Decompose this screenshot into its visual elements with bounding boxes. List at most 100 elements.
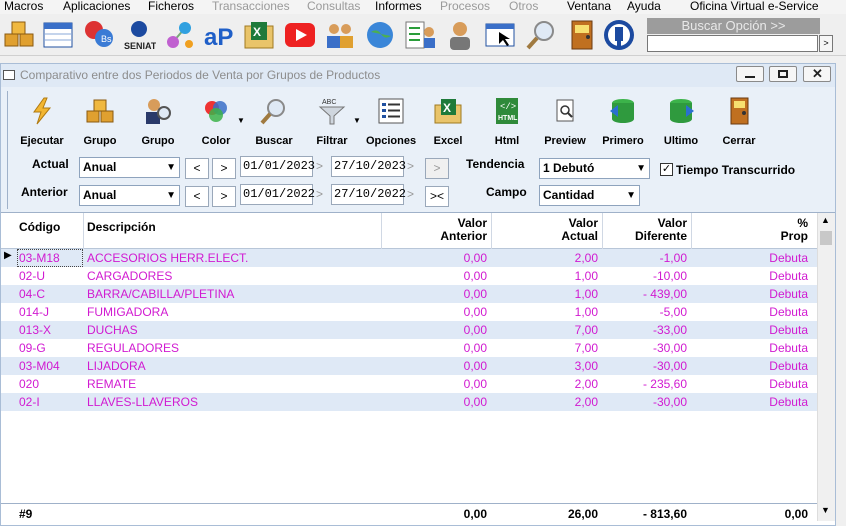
vertical-scrollbar[interactable]: ▲ ▼ — [817, 213, 835, 521]
disabled-next-button[interactable]: > — [425, 158, 449, 179]
filtrar-button[interactable]: ABC Filtrar — [304, 87, 360, 153]
db-last-icon — [670, 99, 694, 123]
menu-procesos[interactable]: Procesos — [440, 0, 490, 13]
menu-informes[interactable]: Informes — [375, 0, 422, 13]
anterior-from-date[interactable]: 01/01/2022 — [240, 184, 315, 205]
cerrar-button[interactable]: Cerrar — [711, 87, 767, 153]
anterior-period-select[interactable]: Anual ▼ — [79, 185, 180, 206]
network-icon[interactable] — [163, 18, 197, 52]
excel-button[interactable]: X Excel — [420, 87, 476, 153]
exit-door-icon[interactable] — [564, 18, 598, 52]
maximize-button[interactable] — [769, 66, 797, 82]
video-icon[interactable] — [283, 18, 317, 52]
menu-otros[interactable]: Otros — [509, 0, 538, 13]
calendar-icon[interactable] — [41, 18, 75, 52]
menu-consultas[interactable]: Consultas — [307, 0, 360, 13]
actual-to-date[interactable]: 27/10/2023 — [331, 156, 406, 177]
cell-prop: Debuta — [769, 377, 808, 391]
menu-transacciones[interactable]: Transacciones — [212, 0, 290, 13]
excel-label: Excel — [433, 135, 463, 147]
seniat-icon[interactable]: SENIAT — [122, 18, 157, 52]
swap-periods-button[interactable]: >< — [425, 186, 449, 207]
table-row[interactable]: 013-X DUCHAS 0,00 7,00 -33,00 Debuta — [1, 321, 817, 339]
html-button[interactable]: </> HTML Html — [479, 87, 535, 153]
cell-valor-diferente: -30,00 — [652, 341, 687, 355]
menu-macros[interactable]: Macros — [4, 0, 43, 13]
table-row[interactable]: ▶ 03-M18 ACCESORIOS HERR.ELECT. 0,00 2,00 -1,… — [1, 249, 817, 267]
globe-icon[interactable] — [363, 18, 397, 52]
cell-descripcion: FUMIGADORA — [87, 305, 169, 319]
actual-prev-button[interactable]: < — [185, 158, 209, 179]
table-row[interactable]: 09-G REGULADORES 0,00 7,00 -30,00 Debuta — [1, 339, 817, 357]
grupo-button[interactable]: Grupo — [72, 87, 128, 153]
footer-valor-diferente: - 813,60 — [642, 507, 687, 521]
checklist-user-icon[interactable] — [403, 18, 437, 52]
grupo-search-button[interactable]: Grupo — [130, 87, 186, 153]
search-option-input[interactable] — [647, 35, 818, 52]
close-button[interactable]: ✕ — [803, 66, 831, 82]
users-group-icon[interactable] — [323, 18, 357, 52]
primero-button[interactable]: Primero — [595, 87, 651, 153]
header-prop[interactable]: % Prop — [691, 217, 808, 243]
anterior-period-value: Anual — [83, 188, 117, 202]
tiempo-checkbox[interactable]: ✓ — [660, 163, 673, 176]
footer-valor-actual: 26,00 — [567, 507, 598, 521]
window-cursor-icon[interactable] — [483, 18, 517, 52]
excel-folder-icon[interactable]: X — [242, 18, 276, 52]
magnifier-icon[interactable] — [524, 18, 558, 52]
table-row[interactable]: 02-I LLAVES-LLAVEROS 0,00 2,00 -30,00 Debuta — [1, 393, 817, 411]
cell-valor-actual: 7,00 — [574, 323, 598, 337]
scroll-up-icon[interactable]: ▲ — [821, 215, 830, 225]
svg-text:X: X — [443, 101, 451, 115]
table-row[interactable]: 04-C BARRA/CABILLA/PLETINA 0,00 1,00 - 439,0… — [1, 285, 817, 303]
window-system-icon[interactable] — [3, 70, 15, 80]
menu-ventana[interactable]: Ventana — [567, 0, 611, 13]
search-option-button[interactable]: > — [819, 35, 833, 52]
buscar-button[interactable]: Buscar — [246, 87, 302, 153]
color-button[interactable]: Color — [188, 87, 244, 153]
scroll-down-icon[interactable]: ▼ — [821, 505, 830, 515]
power-plug-icon[interactable] — [602, 18, 636, 52]
header-codigo[interactable]: Código — [19, 221, 60, 234]
menu-ficheros[interactable]: Ficheros — [148, 0, 194, 13]
boxes-icon[interactable] — [3, 18, 37, 52]
header-valor-diferente[interactable]: Valor Diferente — [602, 217, 687, 243]
currency-icon[interactable]: Bs — [82, 18, 116, 52]
list-options-icon — [378, 98, 404, 124]
scroll-thumb[interactable] — [820, 231, 832, 245]
table-row[interactable]: 02-U CARGADORES 0,00 1,00 -10,00 Debuta — [1, 267, 817, 285]
anterior-to-date[interactable]: 27/10/2022 — [331, 184, 406, 205]
color-dropdown-icon[interactable]: ▼ — [237, 116, 245, 125]
menu-aplicaciones[interactable]: Aplicaciones — [63, 0, 130, 13]
minimize-button[interactable] — [736, 66, 764, 82]
buscar-label: Buscar — [255, 135, 293, 147]
menu-ayuda[interactable]: Ayuda — [627, 0, 661, 13]
preview-button[interactable]: Preview — [537, 87, 593, 153]
anterior-next-button[interactable]: > — [212, 186, 236, 207]
tendencia-select[interactable]: 1 Debutó ▼ — [539, 158, 650, 179]
actual-next-button[interactable]: > — [212, 158, 236, 179]
cell-valor-actual: 1,00 — [574, 287, 598, 301]
ap-icon[interactable]: aP — [202, 18, 236, 52]
anterior-prev-button[interactable]: < — [185, 186, 209, 207]
header-valor-anterior[interactable]: Valor Anterior — [381, 217, 487, 243]
table-row[interactable]: 014-J FUMIGADORA 0,00 1,00 -5,00 Debuta — [1, 303, 817, 321]
actual-date-arrow: > — [316, 159, 324, 173]
campo-select[interactable]: Cantidad ▼ — [539, 185, 640, 206]
ejecutar-label: Ejecutar — [20, 135, 64, 147]
actual-period-select[interactable]: Anual ▼ — [79, 157, 180, 178]
ultimo-button[interactable]: Ultimo — [653, 87, 709, 153]
filtrar-dropdown-icon[interactable]: ▼ — [353, 116, 361, 125]
menu-oficina-virtual[interactable]: Oficina Virtual e-Service — [690, 0, 819, 13]
table-row[interactable]: 03-M04 LIJADORA 0,00 3,00 -30,00 Debuta — [1, 357, 817, 375]
menu-bar: Macros Aplicaciones Ficheros Transaccion… — [0, 0, 846, 14]
opciones-button[interactable]: Opciones — [363, 87, 419, 153]
ejecutar-button[interactable]: Ejecutar — [14, 87, 70, 153]
header-valor-actual[interactable]: Valor Actual — [491, 217, 598, 243]
actual-from-date[interactable]: 01/01/2023 — [240, 156, 315, 177]
user-icon[interactable] — [443, 18, 477, 52]
header-descripcion[interactable]: Descripción — [87, 221, 156, 234]
cell-codigo: 09-G — [19, 341, 46, 355]
table-row[interactable]: 020 REMATE 0,00 2,00 - 235,60 Debuta — [1, 375, 817, 393]
magnifier-icon — [260, 99, 285, 125]
